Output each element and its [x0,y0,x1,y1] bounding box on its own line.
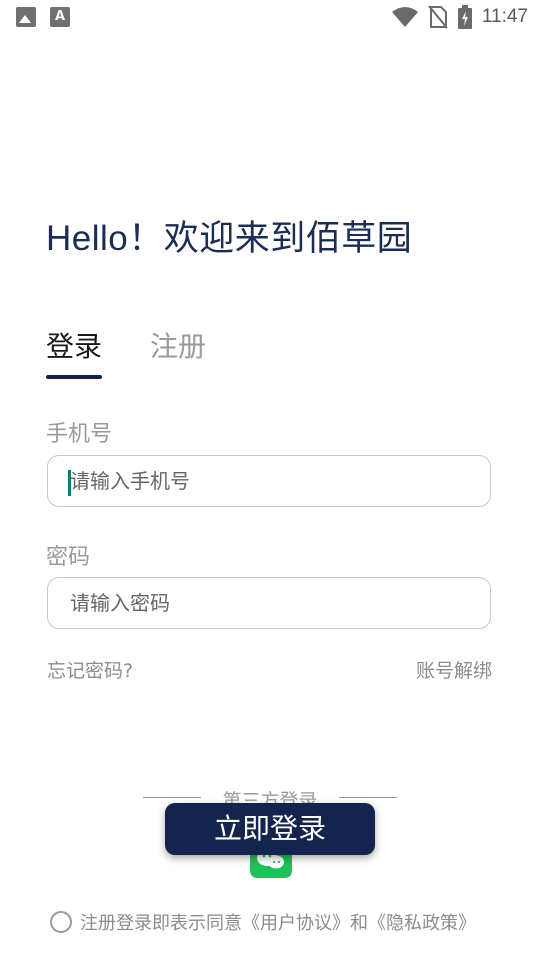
wifi-icon [391,7,418,27]
agreement-checkbox[interactable] [50,911,72,933]
agreement-text[interactable]: 注册登录即表示同意《用户协议》和《隐私政策》 [80,909,476,935]
login-button[interactable]: 立即登录 [165,803,375,855]
phone-input[interactable] [68,468,490,494]
clock: 11:47 [481,6,528,27]
account-unbind-link[interactable]: 账号解绑 [416,656,492,683]
gallery-notification-icon [16,7,36,27]
font-notification-icon: A [50,7,70,27]
phone-field-box[interactable] [47,455,491,507]
divider-line-right [339,797,397,798]
password-label: 密码 [46,545,91,570]
agreement-row: 注册登录即表示同意《用户协议》和《隐私政策》 [50,909,476,935]
tab-login[interactable]: 登录 [46,325,103,379]
battery-charging-icon [457,5,472,29]
password-field-box[interactable] [47,577,491,629]
text-cursor [68,470,71,496]
password-input[interactable] [68,590,490,616]
greeting-title: Hello！欢迎来到佰草园 [46,219,413,258]
forgot-password-link[interactable]: 忘记密码? [47,656,133,683]
phone-label: 手机号 [46,422,113,447]
status-bar: A 11:47 [0,0,540,36]
tab-register[interactable]: 注册 [150,325,206,379]
auth-tabs: 登录 注册 [46,325,206,379]
no-sim-icon [428,5,448,29]
